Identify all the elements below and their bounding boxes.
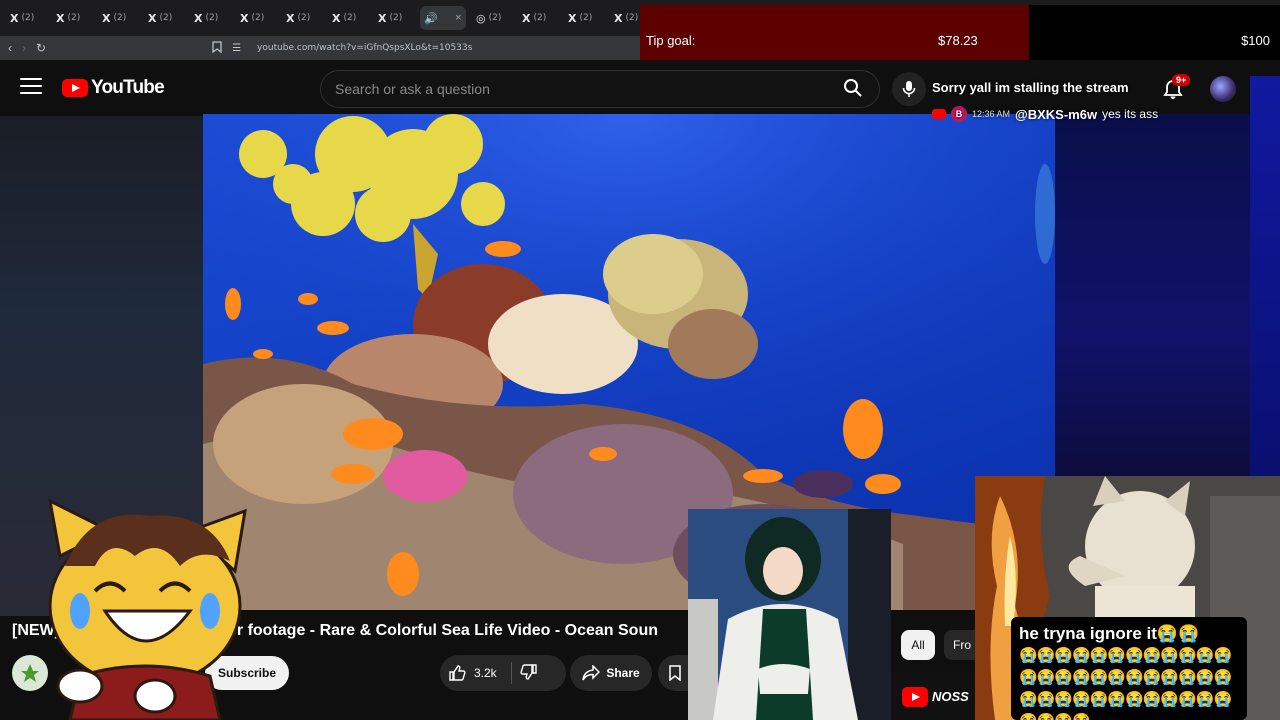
x-icon: X (568, 11, 577, 25)
browser-tab-label: (2) (625, 13, 639, 23)
anime-character-image (688, 509, 891, 720)
right-background-panel (1055, 114, 1251, 484)
site-settings-icon[interactable]: ☰ (232, 43, 241, 54)
filter-chip-all[interactable]: All (901, 630, 935, 660)
x-icon: X (56, 11, 65, 25)
browser-tab-label: (2) (533, 13, 547, 23)
browser-tab-label: (2) (297, 13, 311, 23)
youtube-play-icon (902, 687, 928, 707)
browser-address-bar: ‹ › ↻ ☰ youtube.com/watch?v=iGfnQspsXLo&… (0, 36, 640, 60)
coral-reef-scene (203, 114, 1055, 610)
meme-caption-text: he tryna ignore it😭😭 (1019, 624, 1200, 643)
chat-text: yes its ass (1102, 107, 1159, 121)
speaker-icon: 🔊 (424, 11, 438, 25)
browser-tab[interactable]: X (2) (144, 6, 184, 30)
x-icon: X (614, 11, 623, 25)
globe-icon: ◎ (476, 11, 486, 25)
chat-user-avatar: B (951, 106, 967, 122)
close-tab-icon[interactable]: × (454, 13, 462, 23)
browser-tab-label: (2) (21, 13, 35, 23)
browser-tab[interactable]: 🔊 × (420, 6, 466, 30)
x-icon: X (194, 11, 203, 25)
meme-caption-emojis: 😭😭😭😭😭😭😭😭😭😭😭😭😭😭😭😭😭😭😭😭😭😭😭😭😭😭😭😭😭😭😭😭😭😭😭😭😭😭😭😭 (1019, 647, 1232, 720)
browser-tab-label: (2) (67, 13, 81, 23)
notification-count-badge: 9+ (1172, 74, 1191, 86)
video-title: er footage - Rare & Colorful Sea Life Vi… (228, 622, 658, 639)
chat-message-2: B 12:36 AM @BXKS-m6w yes its ass (932, 106, 1158, 122)
recommended-channel-name: NOSS (932, 689, 969, 704)
chat-username: @BXKS-m6w (1015, 106, 1098, 122)
search-placeholder: Search or ask a question (335, 81, 490, 97)
bookmark-icon[interactable] (212, 41, 222, 55)
back-icon[interactable]: ‹ (8, 41, 12, 55)
url-text[interactable]: youtube.com/watch?v=iGfnQspsXLo&t=10533s (257, 43, 472, 53)
youtube-logo-text: YouTube (91, 77, 165, 98)
save-button[interactable] (658, 655, 692, 691)
browser-tab[interactable]: X (2) (564, 6, 604, 30)
microphone-icon[interactable] (892, 72, 926, 106)
browser-tab[interactable]: X (2) (374, 6, 414, 30)
tip-goal-current: $78.23 (938, 33, 978, 48)
reload-icon[interactable]: ↻ (36, 41, 46, 55)
meme-caption-box: he tryna ignore it😭😭 😭😭😭😭😭😭😭😭😭😭😭😭😭😭😭😭😭😭😭… (1011, 617, 1247, 720)
browser-tab-label: (2) (488, 13, 502, 23)
x-icon: X (102, 11, 111, 25)
browser-tab[interactable]: ◎ (2) (472, 6, 512, 30)
like-divider (510, 662, 512, 684)
browser-tab[interactable]: X (2) (328, 6, 368, 30)
chat-message-1: Sorry yall im stalling the stream (932, 80, 1129, 95)
x-icon: X (522, 11, 531, 25)
youtube-logo[interactable]: YouTube (62, 77, 165, 99)
browser-tab-label: (2) (113, 13, 127, 23)
browser-tab[interactable]: X (2) (282, 6, 322, 30)
browser-tab-label: (2) (251, 13, 265, 23)
share-button[interactable]: Share (570, 655, 652, 691)
browser-tab-label: (2) (205, 13, 219, 23)
dislike-button[interactable] (520, 663, 538, 684)
browser-tab[interactable]: X (2) (518, 6, 558, 30)
browser-tab-label: (2) (343, 13, 357, 23)
right-edge-glow (1250, 76, 1280, 476)
x-icon: X (148, 11, 157, 25)
browser-tab-label: (2) (159, 13, 173, 23)
share-arrow-icon (582, 665, 601, 681)
browser-tab[interactable]: X (2) (6, 6, 46, 30)
browser-tab[interactable]: X (2) (236, 6, 276, 30)
x-icon: X (286, 11, 295, 25)
leaf-logo-icon (21, 664, 39, 682)
x-icon: X (240, 11, 249, 25)
tip-goal-label: Tip goal: (646, 33, 696, 48)
thumbs-up-icon (449, 665, 466, 681)
browser-tab[interactable]: X (2) (98, 6, 138, 30)
search-input[interactable]: Search or ask a question (320, 70, 880, 108)
x-icon: X (378, 11, 387, 25)
cat-avatar-image (47, 498, 247, 720)
like-button[interactable]: 3.2k (448, 664, 497, 682)
youtube-badge-icon (932, 109, 946, 119)
like-dislike-group: 3.2k (440, 655, 566, 691)
search-icon[interactable] (836, 73, 870, 103)
chat-timestamp: 12:36 AM (972, 109, 1011, 119)
browser-tab[interactable]: X (2) (52, 6, 92, 30)
forward-icon[interactable]: › (22, 41, 26, 55)
recommended-video-thumbnail[interactable]: NOSS (890, 672, 980, 720)
share-label: Share (606, 666, 640, 680)
stream-screen: X (2) X (2) X (2) X (2) X (2) X (2) X (2) X (2) X (2) 🔊 × ◎(… (0, 0, 1280, 720)
youtube-play-icon (62, 79, 88, 97)
x-icon: X (10, 11, 19, 25)
vtuber-cat-avatar (40, 496, 260, 720)
bookmark-icon (669, 665, 681, 681)
thumbs-down-icon (520, 663, 537, 680)
browser-tab-label: (2) (579, 13, 593, 23)
video-player[interactable] (203, 114, 1055, 610)
account-avatar[interactable] (1210, 76, 1236, 102)
like-count: 3.2k (474, 666, 497, 680)
browser-tab-label: (2) (389, 13, 403, 23)
tip-goal-target: $100 (1241, 33, 1270, 48)
browser-tab[interactable]: X (2) (190, 6, 230, 30)
menu-icon[interactable] (20, 78, 42, 94)
anime-character-overlay (688, 509, 891, 720)
x-icon: X (332, 11, 341, 25)
